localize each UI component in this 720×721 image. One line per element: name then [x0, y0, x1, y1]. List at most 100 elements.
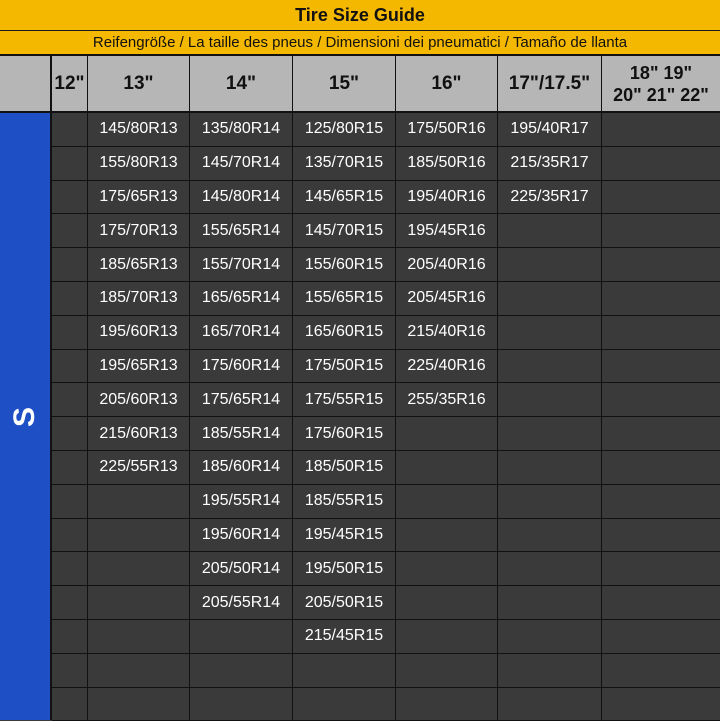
- size-cell: 155/65R14: [190, 214, 293, 249]
- size-cell: [498, 417, 602, 451]
- size-cell: 145/65R15: [293, 180, 396, 215]
- size-cell: 165/60R15: [293, 315, 396, 350]
- table-row: 185/70R13 165/65R14 155/65R15 205/45R16: [52, 281, 720, 316]
- table-row: 195/65R13 175/60R14 175/50R15 225/40R16: [52, 349, 720, 384]
- size-cell: 155/65R15: [293, 281, 396, 316]
- size-cell: [52, 518, 88, 553]
- size-cell: [52, 417, 88, 451]
- size-cell: [602, 619, 720, 654]
- size-cell: [602, 349, 720, 384]
- size-cell: 195/60R13: [88, 315, 190, 350]
- size-cell: 175/65R13: [88, 180, 190, 215]
- page-title: Tire Size Guide: [295, 4, 425, 25]
- size-cell: [52, 146, 88, 181]
- table-row: 205/50R14 195/50R15: [52, 552, 720, 587]
- size-cell: 195/45R16: [396, 214, 498, 249]
- size-cell: 215/60R13: [88, 417, 190, 451]
- size-cell: 135/70R15: [293, 146, 396, 181]
- size-cell: 185/60R14: [190, 450, 293, 485]
- column-header-17: 17"/17.5": [498, 56, 602, 111]
- size-cell: [88, 518, 190, 553]
- size-cell: [396, 586, 498, 620]
- size-cell: [52, 653, 88, 688]
- column-header-18-22: 18" 19" 20" 21" 22": [613, 62, 709, 105]
- size-cell: [498, 214, 602, 249]
- size-cell: [88, 687, 190, 721]
- size-cell: [602, 653, 720, 688]
- size-cell: [602, 552, 720, 587]
- size-cell: 195/60R14: [190, 518, 293, 553]
- size-cell: [88, 484, 190, 519]
- size-cell: [190, 687, 293, 721]
- size-cell: [52, 552, 88, 587]
- size-cell: 215/45R15: [293, 619, 396, 654]
- size-cell: [602, 450, 720, 485]
- size-cell: 225/35R17: [498, 180, 602, 215]
- size-cell: [498, 248, 602, 282]
- table-row: 175/65R13 145/80R14 145/65R15 195/40R16 225/…: [52, 180, 720, 215]
- size-cell: [498, 552, 602, 587]
- size-cell: 165/70R14: [190, 315, 293, 350]
- size-cell: 185/50R16: [396, 146, 498, 181]
- size-cell: 195/55R14: [190, 484, 293, 519]
- size-cell: 125/80R15: [293, 113, 396, 147]
- size-cell: 225/40R16: [396, 349, 498, 384]
- size-cell: [498, 484, 602, 519]
- size-cell: [602, 113, 720, 147]
- size-cell: 195/40R17: [498, 113, 602, 147]
- column-header-13: 13": [88, 56, 190, 111]
- size-cell: [602, 248, 720, 282]
- size-cell: [602, 281, 720, 316]
- size-cell: [52, 383, 88, 418]
- table-row: 175/70R13 155/65R14 145/70R15 195/45R16: [52, 214, 720, 249]
- table-row: 155/80R13 145/70R14 135/70R15 185/50R16 215/…: [52, 146, 720, 181]
- size-cell: 195/50R15: [293, 552, 396, 587]
- table-row: 195/55R14 185/55R15: [52, 484, 720, 519]
- size-cell: 155/70R14: [190, 248, 293, 282]
- table-row: [52, 687, 720, 721]
- size-cell: [498, 653, 602, 688]
- size-cell: [52, 450, 88, 485]
- column-header-12: 12": [52, 56, 88, 111]
- size-cell: [602, 687, 720, 721]
- size-cell: 155/80R13: [88, 146, 190, 181]
- size-cell: [396, 450, 498, 485]
- size-cell: [52, 315, 88, 350]
- size-cell: [190, 653, 293, 688]
- size-cell: [498, 687, 602, 721]
- size-cell: [602, 214, 720, 249]
- size-cell: 145/70R14: [190, 146, 293, 181]
- size-cell: 195/65R13: [88, 349, 190, 384]
- size-cell: 175/50R16: [396, 113, 498, 147]
- side-label-text: S: [7, 406, 41, 427]
- size-cell: 205/40R16: [396, 248, 498, 282]
- column-header-14: 14": [190, 56, 293, 111]
- side-label: S: [0, 113, 52, 720]
- header-corner: [0, 56, 52, 111]
- size-cell: [88, 653, 190, 688]
- size-cell: [602, 484, 720, 519]
- size-cell: [52, 619, 88, 654]
- size-cell: 185/65R13: [88, 248, 190, 282]
- size-cell: [52, 281, 88, 316]
- size-cell: 205/50R15: [293, 586, 396, 620]
- size-grid: 145/80R13 135/80R14 125/80R15 175/50R16 195/…: [52, 113, 720, 721]
- table-row: 205/60R13 175/65R14 175/55R15 255/35R16: [52, 383, 720, 418]
- subtitle-bar: Reifengröße / La taille des pneus / Dime…: [0, 31, 720, 56]
- size-cell: [498, 349, 602, 384]
- size-cell: 215/35R17: [498, 146, 602, 181]
- size-cell: [190, 619, 293, 654]
- size-cell: 145/80R14: [190, 180, 293, 215]
- size-cell: [52, 113, 88, 147]
- size-cell: [602, 586, 720, 620]
- size-cell: 195/40R16: [396, 180, 498, 215]
- size-cell: [52, 349, 88, 384]
- table-row: [52, 653, 720, 688]
- size-cell: [52, 484, 88, 519]
- size-cell: 175/50R15: [293, 349, 396, 384]
- size-cell: 135/80R14: [190, 113, 293, 147]
- size-cell: 255/35R16: [396, 383, 498, 418]
- subtitle: Reifengröße / La taille des pneus / Dime…: [92, 34, 628, 51]
- size-cell: [396, 417, 498, 451]
- size-cell: 185/70R13: [88, 281, 190, 316]
